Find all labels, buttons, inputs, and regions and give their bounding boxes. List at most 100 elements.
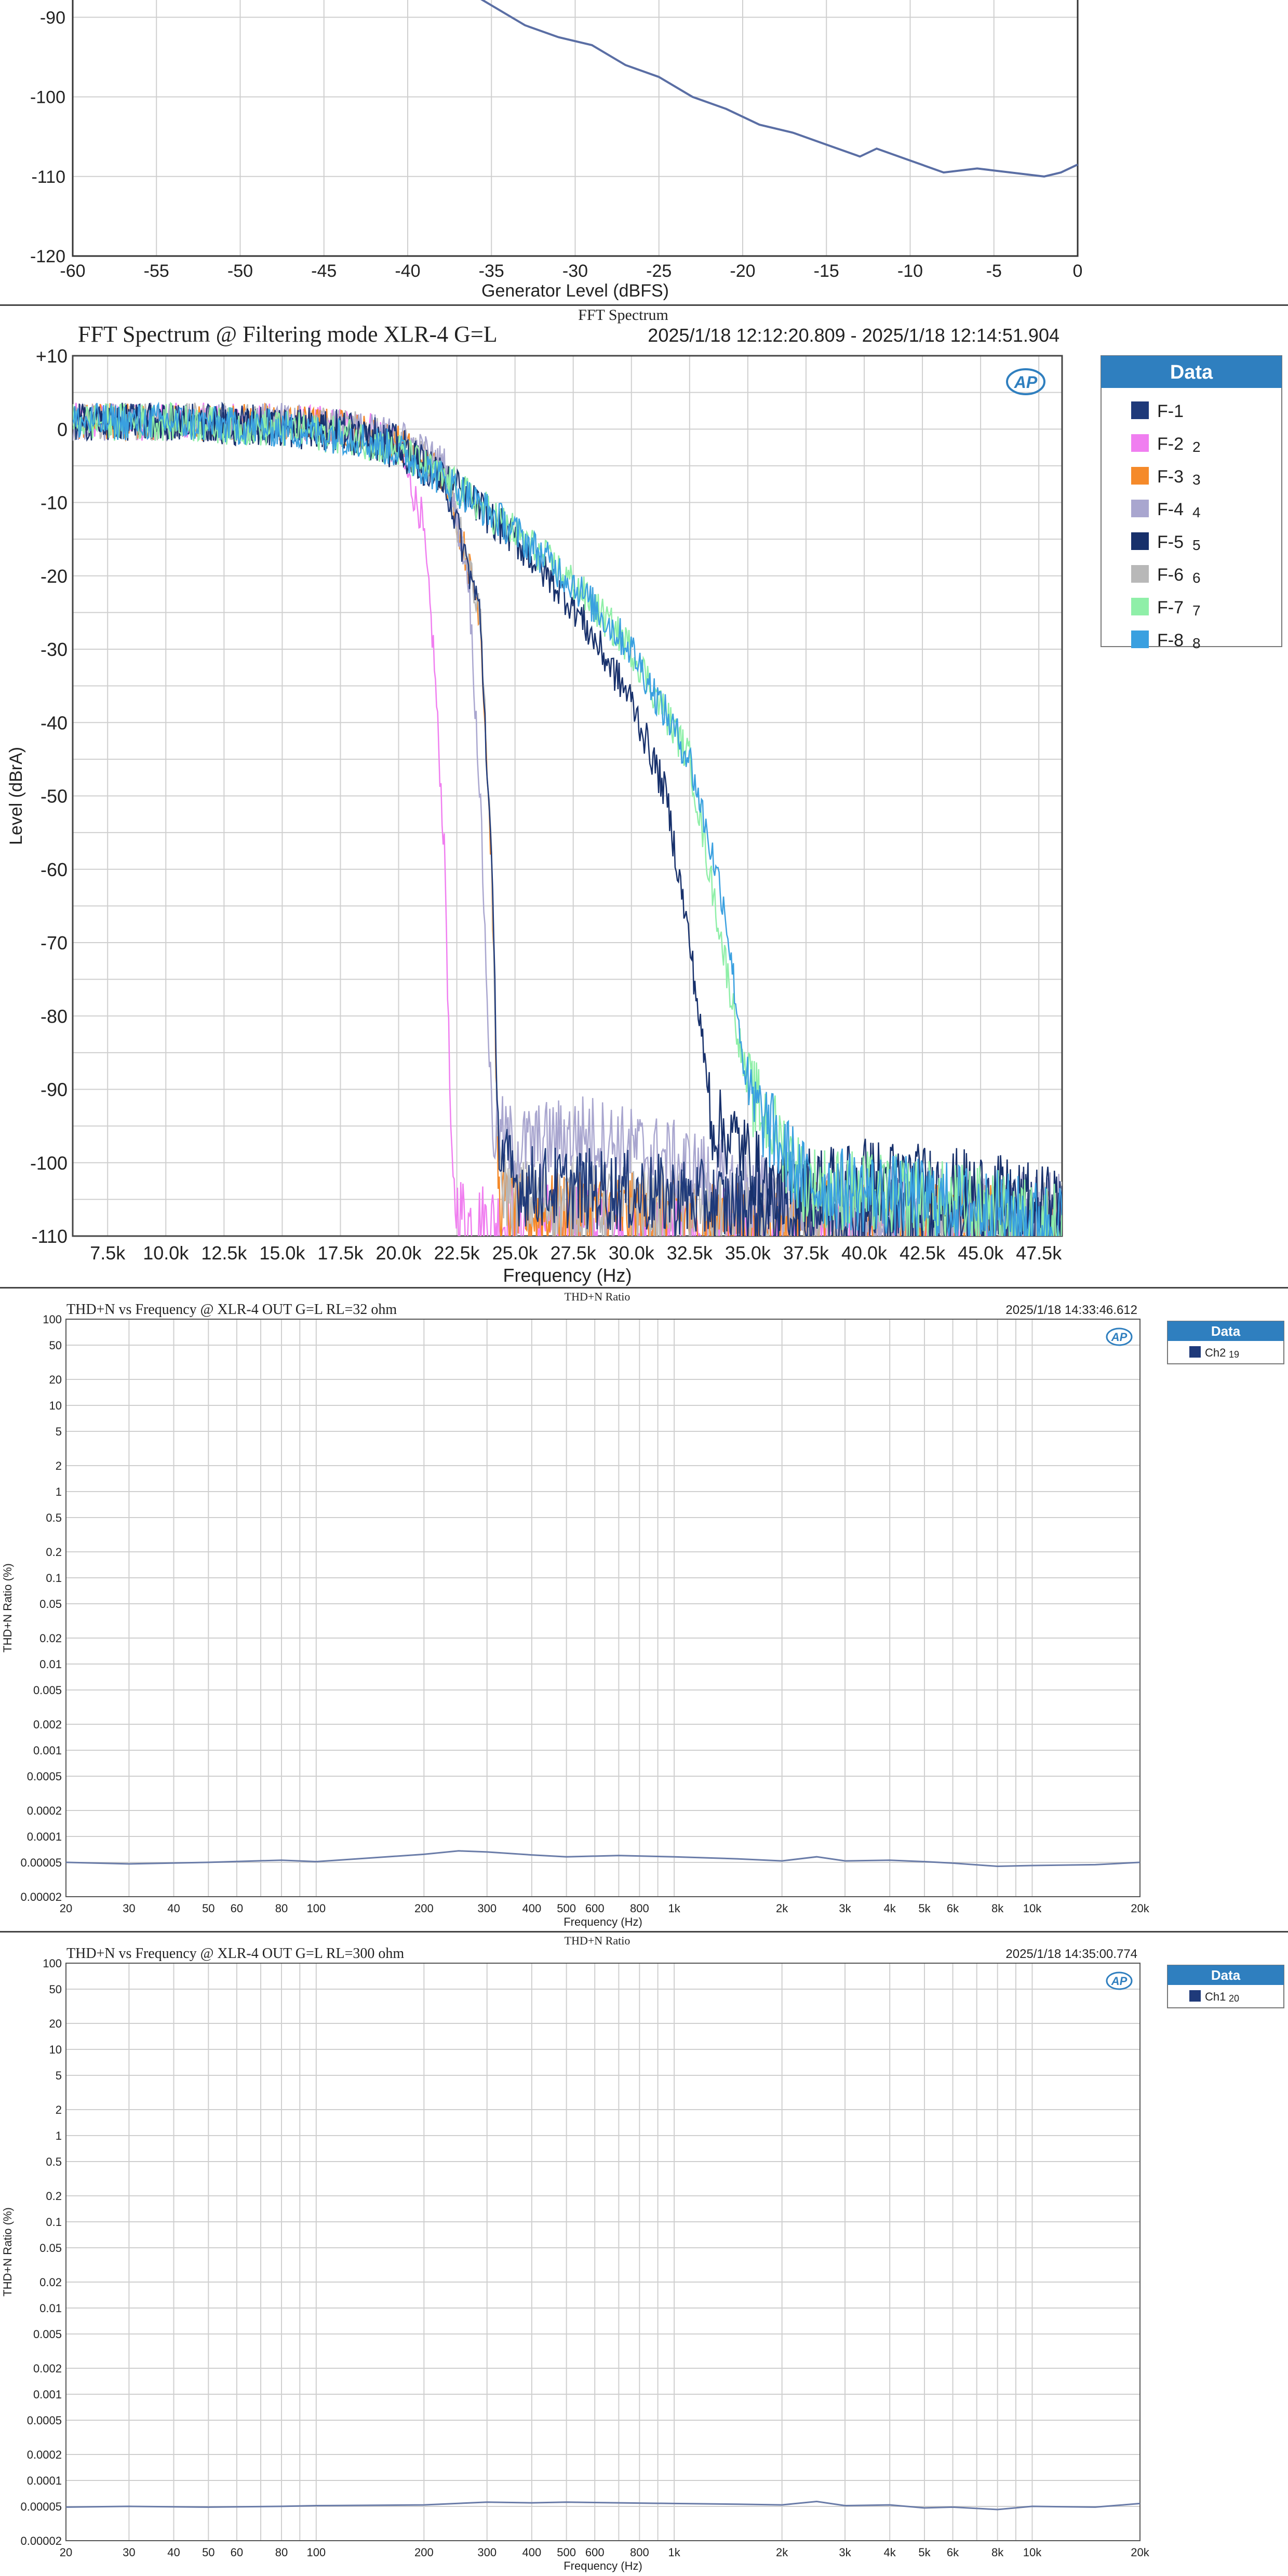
y-tick-label: 20 [49,1373,62,1386]
level-chart: -90-100-110-120-60 -55 -50 -45 -40 -35 -30 -25-… [30,0,1082,301]
chart-divider [0,304,1288,306]
x-tick-label: 37.5k [783,1242,829,1264]
legend-number: 3 [1192,472,1201,488]
y-tick-label: -70 [41,932,68,954]
chart-title: THD+N vs Frequency @ XLR-4 OUT G=L RL=32… [66,1302,397,1318]
x-tick-label: 27.5k [551,1242,597,1264]
x-tick-label: 7.5k [90,1242,126,1264]
y-tick-label: 0.2 [46,1546,62,1559]
x-tick-label: 10.0k [143,1242,189,1264]
chart-subtitle: FFT Spectrum [578,306,668,324]
thdn-32ohm-chart: THD+N Ratio THD+N vs Frequency @ XLR-4 OU… [1,1290,1284,1928]
chart-divider [0,1287,1288,1289]
y-tick-label: 0.00005 [20,2500,62,2513]
y-tick-label: 0.05 [39,1598,62,1611]
y-tick-label: 0.0001 [27,1830,62,1843]
x-axis-label: Generator Level (dBFS) [481,281,669,301]
y-tick-label: 0.00002 [20,2534,62,2547]
x-tick-label: 20 [60,1902,72,1915]
x-tick-label: 80 [275,2546,288,2559]
chart-timestamp: 2025/1/18 14:33:46.612 [1005,1303,1137,1317]
x-tick-label: 5k [918,2546,931,2559]
series-line [73,403,1062,1236]
x-tick-label: 20 [60,2546,72,2559]
chart-title: THD+N vs Frequency @ XLR-4 OUT G=L RL=30… [66,1946,404,1962]
y-tick-label: -10 [41,492,68,514]
y-tick-label: -40 [41,712,68,733]
x-tick-label: 800 [630,2546,649,2559]
x-tick-label: 100 [306,2546,326,2559]
y-tick-label: 0.0002 [27,1804,62,1817]
y-tick-label: 0.0005 [27,2414,62,2427]
series-line [73,403,1062,1236]
x-tick-label: 100 [306,1902,326,1915]
y-tick-label: 0.001 [33,2388,62,2401]
y-tick-label: 0.2 [46,2190,62,2203]
x-tick-label: -45 [311,261,337,281]
y-tick-label: 100 [43,1313,62,1326]
chart-subtitle: THD+N Ratio [565,1934,630,1947]
y-axis-label: THD+N Ratio (%) [1,1563,14,1653]
x-tick-label: 80 [275,1902,288,1915]
ap-logo-text: AP [1014,373,1038,392]
x-tick-label: -35 [479,261,504,281]
y-axis-label: THD+N Ratio (%) [1,2207,14,2297]
legend-number: 2 [1192,439,1201,455]
legend-number: 8 [1192,635,1201,651]
y-tick-label: 0.05 [39,2242,62,2255]
x-tick-label: 6k [947,1902,959,1915]
x-tick-label: 35.0k [725,1242,771,1264]
x-tick-label: 30.0k [609,1242,655,1264]
grid [73,355,1062,1237]
x-tick-label: 200 [414,2546,434,2559]
x-tick-label: 1k [668,1902,681,1915]
x-tick-label: 800 [630,1902,649,1915]
y-tick-label: -50 [41,786,68,807]
level-chart-panel: -90 -100 -110 -120 -60 -55 -50 -45 -40 -35 -30 -25-… [0,0,1288,304]
x-tick-label: 20k [1131,1902,1149,1915]
y-tick-label: -100 [30,88,65,108]
y-tick-label: 1 [56,2129,62,2142]
series-line [73,401,1062,1236]
legend-label: F-8 [1157,630,1184,650]
legend-number: 4 [1192,504,1201,520]
y-tick-label: 0.002 [33,1718,62,1731]
x-tick-label: 17.5k [317,1242,364,1264]
y-tick-label: 0.0002 [27,2448,62,2461]
y-tick-label: 0.00005 [20,1856,62,1869]
grid [65,1319,1141,1897]
y-tick-label: 0.0001 [27,2474,62,2487]
y-tick-label: 0.005 [33,2328,62,2341]
legend-swatch [1131,630,1149,648]
x-tick-label: 20k [1131,2546,1149,2559]
series-line [73,401,1062,1236]
x-tick-label: -40 [395,261,420,281]
x-tick-label: 300 [477,2546,497,2559]
series-line [480,0,1078,178]
x-tick-label: 400 [522,1902,541,1915]
y-tick-label: 0.001 [33,1744,62,1757]
legend-label: F-2 [1157,434,1184,454]
x-tick-label: 10k [1023,2546,1042,2559]
x-tick-label: 25.0k [492,1242,539,1264]
legend-swatch [1131,401,1149,419]
x-tick-label: 50 [202,2546,214,2559]
x-tick-label: 300 [477,1902,497,1915]
x-tick-label: 8k [991,1902,1004,1915]
x-tick-label: -25 [646,261,672,281]
x-tick-label: -20 [730,261,755,281]
x-tick-label: 4k [884,2546,896,2559]
legend-swatch [1131,500,1149,517]
y-tick-label: 20 [49,2017,62,2030]
x-tick-label: 5k [918,1902,931,1915]
x-tick-label: 30 [123,2546,135,2559]
y-tick-label: 0.1 [46,2216,62,2229]
legend-swatch [1131,565,1149,583]
y-tick-label: -30 [41,639,68,660]
x-tick-label: 500 [557,2546,576,2559]
x-tick-label: 40 [167,2546,180,2559]
x-tick-label: -5 [986,261,1002,281]
x-tick-label: 200 [414,1902,434,1915]
legend-box [1101,355,1282,647]
y-tick-label: 0.5 [46,2155,62,2168]
